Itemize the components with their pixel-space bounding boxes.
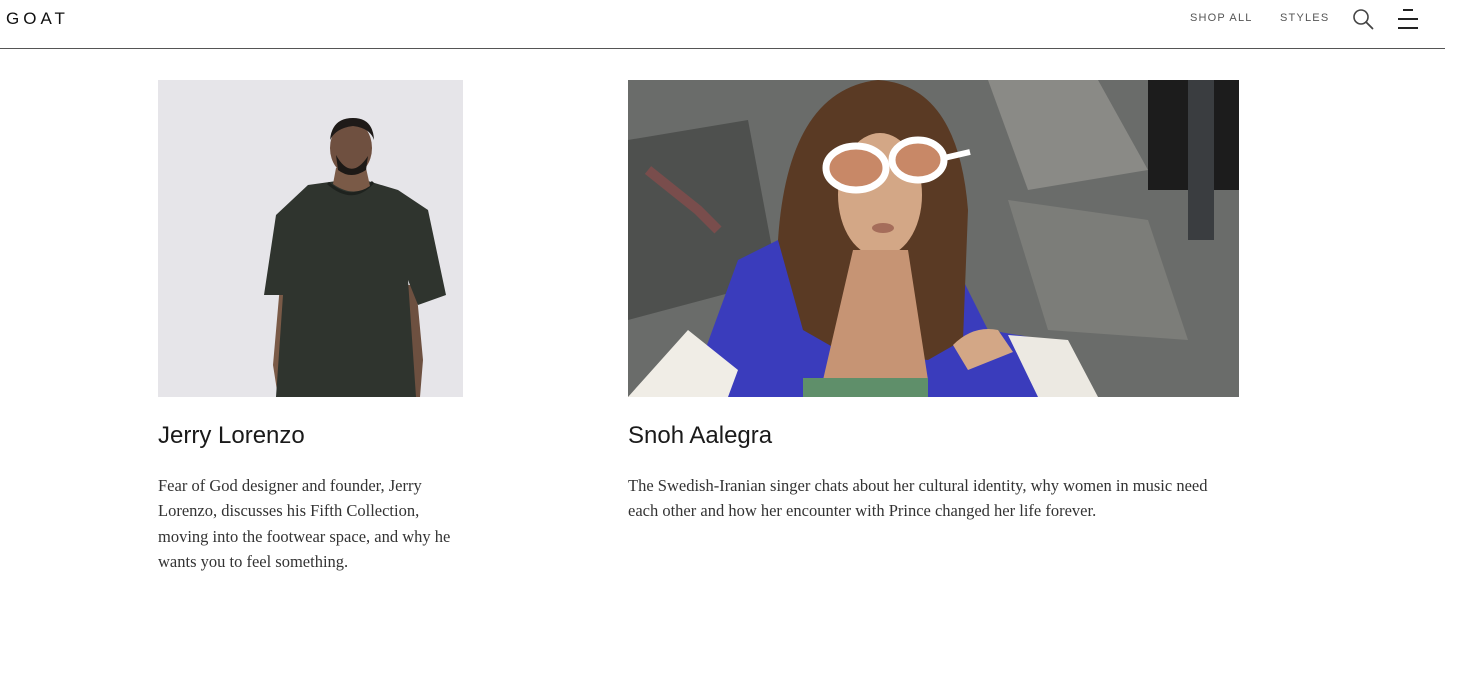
nav-shop-all[interactable]: SHOP ALL <box>1190 12 1253 24</box>
article-card-snoh-aalegra[interactable]: Snoh Aalegra The Swedish-Iranian singer … <box>628 80 1239 524</box>
article-description: The Swedish-Iranian singer chats about h… <box>628 475 1208 521</box>
menu-icon[interactable] <box>1397 8 1419 30</box>
site-header: GOAT SHOP ALL STYLES <box>0 0 1445 49</box>
goat-logo[interactable]: GOAT <box>6 9 69 29</box>
nav-styles[interactable]: STYLES <box>1280 12 1329 24</box>
snoh-aalegra-photo[interactable] <box>628 80 1239 397</box>
jerry-lorenzo-photo[interactable] <box>158 80 463 397</box>
article-description: Fear of God designer and founder, Jerry … <box>158 475 451 572</box>
search-icon[interactable] <box>1352 8 1374 30</box>
article-title[interactable]: Snoh Aalegra <box>628 422 1239 451</box>
article-card-jerry-lorenzo[interactable]: Jerry Lorenzo Fear of God designer and f… <box>158 80 463 575</box>
article-title[interactable]: Jerry Lorenzo <box>158 422 463 451</box>
